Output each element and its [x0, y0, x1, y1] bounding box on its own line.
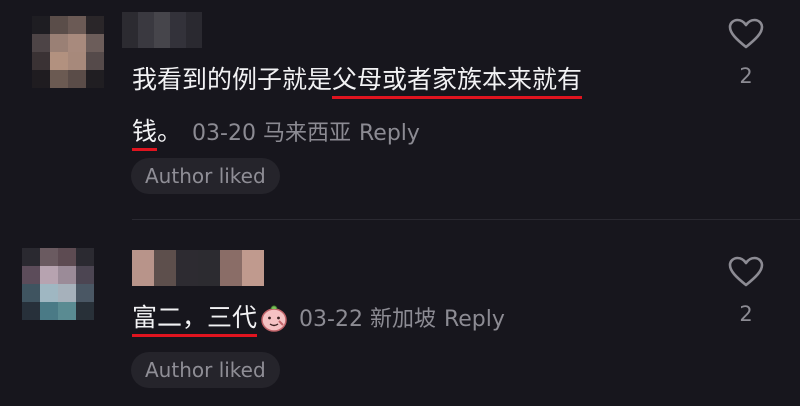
comment-meta: 03-22 新加坡 Reply: [299, 307, 505, 332]
peach-emoji: [261, 305, 287, 332]
avatar[interactable]: [22, 248, 94, 320]
comment-text: 富二，三代 03-22 新加坡 Reply: [132, 292, 692, 346]
reply-button[interactable]: Reply: [359, 121, 420, 146]
like-count: 2: [739, 302, 753, 326]
like-button[interactable]: 2: [726, 18, 766, 88]
reply-button[interactable]: Reply: [444, 307, 505, 332]
comment-location: 新加坡: [369, 307, 436, 332]
author-liked-badge: Author liked: [131, 158, 280, 194]
comment-text-part: 。: [157, 117, 183, 146]
heart-icon[interactable]: [728, 18, 764, 50]
divider: [132, 219, 800, 220]
like-button[interactable]: 2: [726, 256, 766, 326]
comment-text-part: 我看到的例子就是: [132, 65, 333, 94]
highlighted-text: 富二，三代: [132, 303, 258, 337]
username[interactable]: [122, 12, 202, 48]
comment-meta: 03-20 马来西亚 Reply: [192, 121, 420, 146]
avatar[interactable]: [32, 16, 104, 88]
highlighted-text: 父母或者家族本来就有: [332, 65, 583, 99]
highlighted-text: 钱: [132, 117, 158, 151]
author-liked-badge: Author liked: [131, 352, 280, 388]
comment-location: 马来西亚: [262, 121, 351, 146]
comment-date: 03-20: [192, 121, 256, 146]
username[interactable]: [132, 250, 264, 286]
comment-date: 03-22: [299, 307, 363, 332]
comment-item: 我看到的例子就是父母或者家族本来就有 钱。 03-20 马来西亚 Reply Aut…: [0, 0, 800, 218]
like-count: 2: [739, 64, 753, 88]
comment-text: 我看到的例子就是父母或者家族本来就有 钱。 03-20 马来西亚 Reply: [132, 54, 692, 160]
heart-icon[interactable]: [728, 256, 764, 288]
